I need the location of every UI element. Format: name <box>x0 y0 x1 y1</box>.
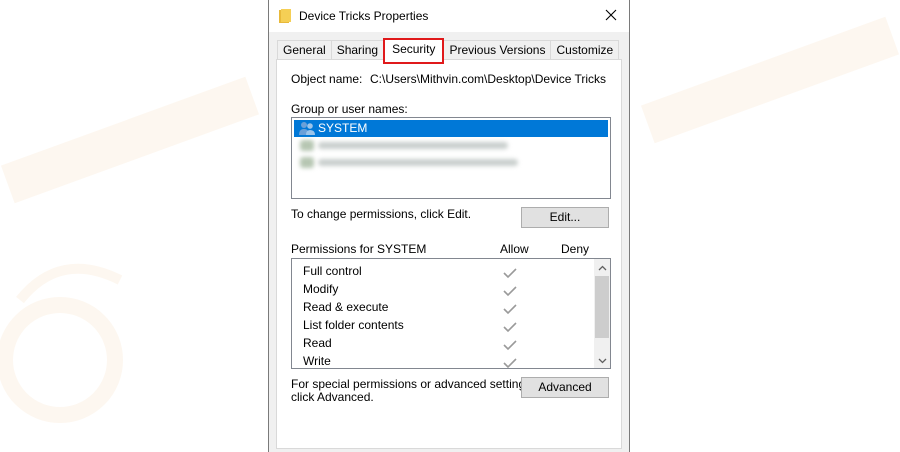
list-item-system[interactable]: SYSTEM <box>294 120 608 137</box>
check-icon <box>503 267 517 279</box>
security-panel: Object name: C:\Users\Mithvin.com\Deskto… <box>276 59 622 449</box>
object-name-value: C:\Users\Mithvin.com\Desktop\Device Tric… <box>370 72 607 86</box>
permissions-scrollbar[interactable] <box>594 259 610 368</box>
folder-icon <box>278 8 292 24</box>
check-icon <box>503 321 517 333</box>
users-icon <box>300 140 314 151</box>
close-button[interactable] <box>599 4 623 28</box>
window-title: Device Tricks Properties <box>299 9 429 23</box>
properties-dialog: Device Tricks Properties General Sharing… <box>268 0 630 452</box>
permission-row: Modify <box>303 282 339 296</box>
check-icon <box>503 285 517 297</box>
blurred-user-name <box>318 142 508 149</box>
users-icon <box>300 157 314 168</box>
permission-row: Full control <box>303 264 362 278</box>
tab-general[interactable]: General <box>277 40 332 60</box>
chevron-up-icon <box>598 260 607 274</box>
users-icon <box>298 121 316 136</box>
special-permissions-text-line2: click Advanced. <box>291 390 374 404</box>
deny-header: Deny <box>561 242 590 256</box>
list-item-label: SYSTEM <box>318 121 368 135</box>
special-permissions-text-line1: For special permissions or advanced sett… <box>291 377 535 391</box>
group-user-list[interactable]: SYSTEM <box>291 117 611 199</box>
blurred-user-name <box>318 159 518 166</box>
title-bar[interactable]: Device Tricks Properties <box>269 0 629 32</box>
check-icon <box>503 339 517 351</box>
permission-row: Read <box>303 336 332 350</box>
scroll-down-button[interactable] <box>594 352 610 368</box>
check-icon <box>503 357 517 369</box>
object-name-label: Object name: <box>291 72 363 86</box>
permission-row: Read & execute <box>303 300 389 314</box>
check-icon <box>503 303 517 315</box>
permission-row: List folder contents <box>303 318 404 332</box>
close-icon <box>605 9 617 24</box>
permissions-list[interactable]: Full control Modify Read & execute List … <box>291 258 611 369</box>
permissions-for-label: Permissions for SYSTEM <box>291 242 427 256</box>
advanced-button[interactable]: Advanced <box>521 377 609 398</box>
chevron-down-icon <box>598 353 607 367</box>
allow-header: Allow <box>500 242 529 256</box>
tab-customize[interactable]: Customize <box>550 40 620 60</box>
list-item-user-blurred[interactable] <box>294 137 608 154</box>
scroll-up-button[interactable] <box>594 259 610 275</box>
tab-security[interactable]: Security <box>383 38 445 64</box>
list-item-admins-blurred[interactable] <box>294 154 608 171</box>
tab-previous-versions[interactable]: Previous Versions <box>443 40 552 60</box>
permission-row: Write <box>303 354 331 368</box>
group-label: Group or user names: <box>291 102 408 116</box>
edit-button[interactable]: Edit... <box>521 207 609 228</box>
scroll-thumb[interactable] <box>595 276 609 338</box>
tab-sharing[interactable]: Sharing <box>330 40 385 60</box>
tab-strip: General Sharing Security Previous Versio… <box>277 38 620 64</box>
change-permissions-text: To change permissions, click Edit. <box>291 207 472 221</box>
